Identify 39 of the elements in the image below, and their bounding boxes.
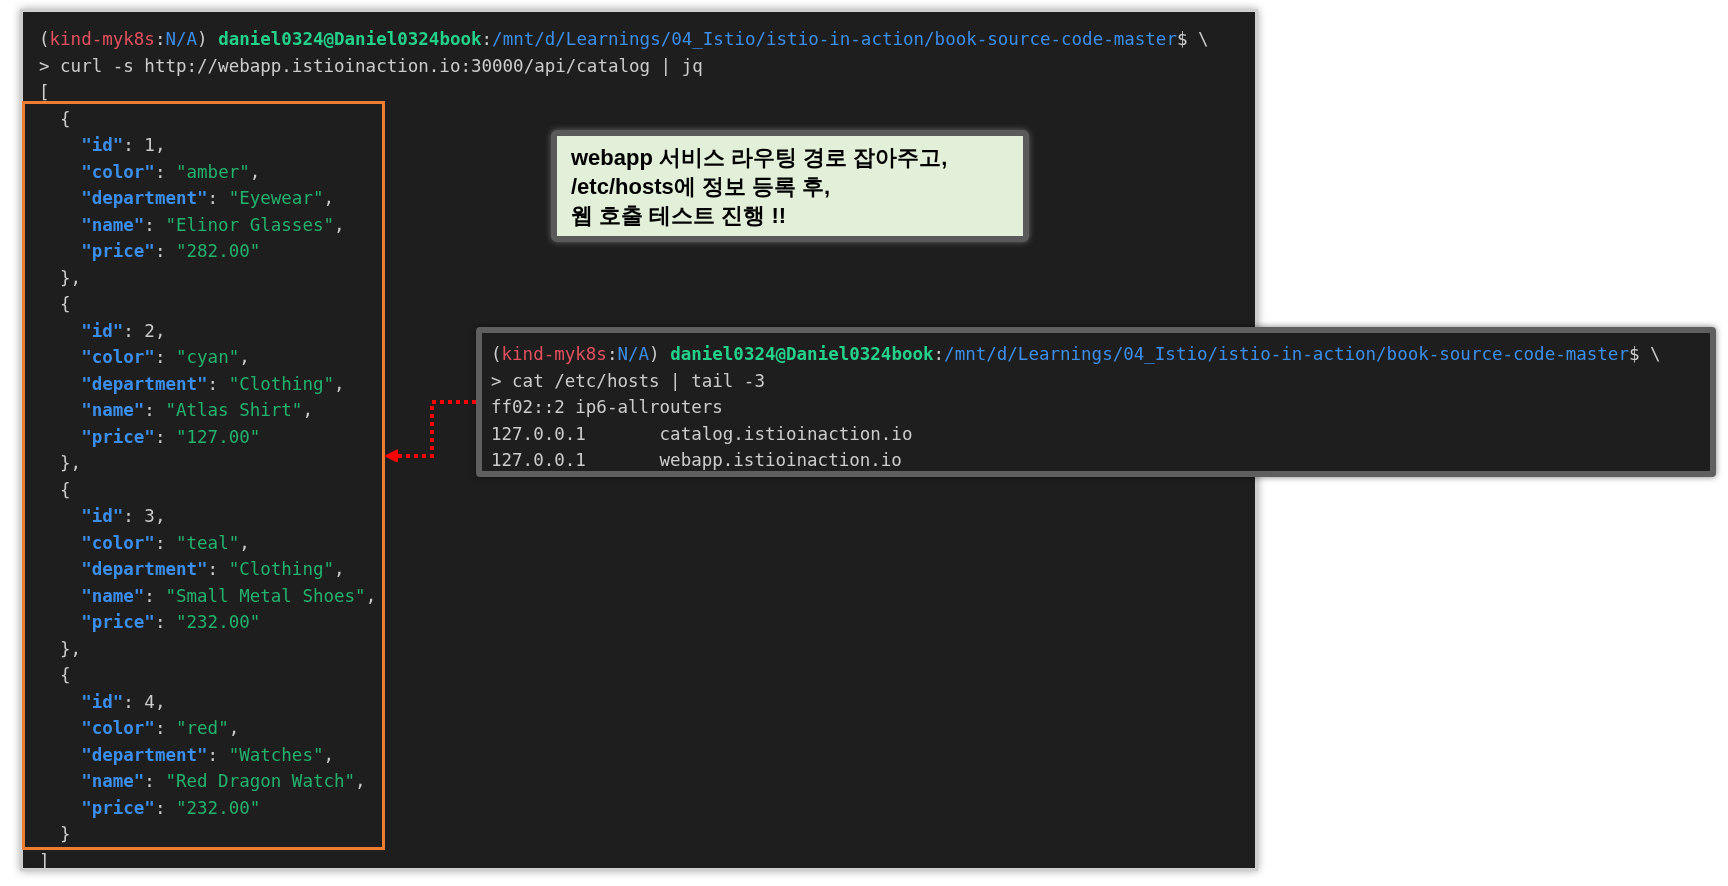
terminal-line: "color": "teal", xyxy=(80,531,250,555)
terminal-line: "name": "Red Dragon Watch", xyxy=(80,770,366,793)
terminal-line: "department": "Watches", xyxy=(80,743,335,767)
terminal-line: "price": "127.00" xyxy=(80,425,261,449)
terminal-line: [ xyxy=(39,81,50,104)
terminal-line: 127.0.0.1 catalog.istioinaction.io xyxy=(491,422,913,446)
terminal-line: }, xyxy=(59,637,82,661)
terminal-line: } xyxy=(59,823,71,846)
terminal-line: ff02::2 ip6-allrouters xyxy=(491,396,723,419)
terminal-line: { xyxy=(59,293,71,316)
terminal-line: 127.0.0.1 webapp.istioinaction.io xyxy=(491,449,902,472)
terminal-line: "id": 2, xyxy=(80,319,166,343)
terminal-line: { xyxy=(59,107,71,131)
terminal-line: "department": "Clothing", xyxy=(80,558,345,581)
terminal-line: "color": "cyan", xyxy=(80,346,250,369)
terminal-line: "name": "Elinor Glasses", xyxy=(80,213,345,237)
terminal-line: > curl -s http://webapp.istioinaction.io:30000/api/catalog | jq xyxy=(39,54,703,78)
terminal-line: "price": "282.00" xyxy=(80,240,261,263)
terminal-line: (kind-myk8s:N/A) daniel0324@Daniel0324book:/mnt/d/Learnings/04_Istio/istio-in-action/book-source-code-master$ \ xyxy=(491,343,1661,366)
terminal-line: "color": "red", xyxy=(80,717,240,740)
terminal-line: "id": 1, xyxy=(80,134,166,157)
terminal-line: "department": "Clothing", xyxy=(80,372,345,396)
callout-text: 웹 호출 테스트 진행 !! xyxy=(571,201,787,230)
callout-text: /etc/hosts에 정보 등록 후, xyxy=(571,172,831,201)
terminal-line: }, xyxy=(59,266,82,290)
terminal-line: "price": "232.00" xyxy=(80,611,261,634)
terminal-line: }, xyxy=(59,452,82,475)
terminal-line: { xyxy=(59,478,71,502)
terminal-line: > cat /etc/hosts | tail -3 xyxy=(491,369,765,393)
terminal-line: "name": "Small Metal Shoes", xyxy=(80,584,377,608)
callout-text: webapp 서비스 라우팅 경로 잡아주고, xyxy=(571,143,948,172)
terminal-line: "price": "232.00" xyxy=(80,796,261,820)
terminal-line: "id": 4, xyxy=(80,690,166,714)
terminal-line: "department": "Eyewear", xyxy=(80,187,335,210)
terminal-line: "id": 3, xyxy=(80,505,166,528)
terminal-line: "color": "amber", xyxy=(80,160,261,184)
terminal-line: { xyxy=(59,664,71,687)
terminal-line: (kind-myk8s:N/A) daniel0324@Daniel0324book:/mnt/d/Learnings/04_Istio/istio-in-action/book-source-code-master$ \ xyxy=(39,28,1209,51)
terminal-line: "name": "Atlas Shirt", xyxy=(80,399,313,422)
